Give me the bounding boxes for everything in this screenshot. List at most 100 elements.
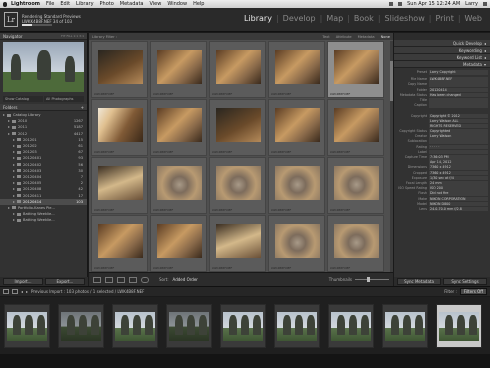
metadata-value[interactable]: NIKON CORPORATION — [429, 196, 488, 202]
navigator-zoom[interactable]: FIT FILL 1:1 3:1 — [61, 34, 84, 38]
apple-icon[interactable] — [3, 1, 7, 7]
photo-thumbnail[interactable] — [98, 224, 143, 258]
filmstrip-item[interactable] — [328, 304, 374, 348]
photo-thumbnail[interactable] — [334, 50, 379, 84]
grid-cell[interactable]: LWK4B8F.NEF — [327, 215, 384, 272]
metadata-value[interactable] — [429, 97, 488, 103]
metadata-value[interactable]: Has been changed — [429, 92, 488, 98]
filmstrip-item[interactable] — [274, 304, 320, 348]
metadata-value[interactable] — [429, 108, 488, 113]
grid-scrollbar[interactable] — [390, 41, 393, 272]
user-name[interactable]: Larry — [465, 1, 478, 7]
expand-icon[interactable]: ▾ — [484, 62, 486, 67]
metadata-value[interactable]: Apr 14, 2012 — [429, 160, 488, 165]
grid-cell[interactable]: LWK4B8F.NEF — [91, 41, 148, 98]
navigator-preview[interactable] — [3, 42, 84, 92]
scrollbar-knob[interactable] — [390, 61, 393, 101]
grid-cell[interactable]: LWK4B8F.NEF — [268, 215, 325, 272]
sync-metadata-button[interactable]: Sync Metadata — [397, 278, 441, 285]
disclosure-triangle-icon[interactable] — [13, 145, 15, 148]
disclosure-triangle-icon[interactable] — [13, 138, 15, 141]
metadata-value[interactable] — [429, 103, 488, 108]
grid-cell[interactable]: LWK4B8F.NEF — [268, 41, 325, 98]
grid-cell[interactable]: LWK4B8F.NEF — [209, 41, 266, 98]
navigator-header[interactable]: Navigator FIT FILL 1:1 3:1 — [0, 33, 87, 40]
metadata-value[interactable]: 1/30 sec at f/4 — [429, 175, 488, 181]
disclosure-triangle-icon[interactable] — [13, 219, 15, 222]
disclosure-triangle-icon[interactable] — [8, 120, 10, 123]
module-slideshow[interactable]: Slideshow — [383, 14, 427, 23]
grid-cell[interactable]: LWK4B8F.NEF — [268, 157, 325, 214]
metadata-value[interactable] — [429, 149, 488, 155]
compare-view-icon[interactable] — [117, 276, 125, 283]
sync-settings-button[interactable]: Sync Settings — [443, 278, 487, 285]
menu-photo[interactable]: Photo — [100, 1, 114, 7]
photo-thumbnail[interactable] — [157, 224, 202, 258]
disclosure-triangle-icon[interactable] — [8, 132, 10, 135]
photo-thumbnail[interactable] — [334, 224, 379, 258]
keywording-header[interactable]: Keywording ◂ — [394, 47, 490, 54]
survey-view-icon[interactable] — [129, 276, 137, 283]
metadata-value[interactable]: LWK4B8F.NEF — [429, 77, 488, 82]
photo-thumbnail[interactable] — [157, 108, 202, 142]
metadata-value[interactable]: Copyrighted — [429, 129, 488, 134]
import-button[interactable]: Import... — [3, 278, 43, 285]
photo-thumbnail[interactable] — [334, 166, 379, 200]
module-library[interactable]: Library — [242, 14, 274, 23]
metadata-header[interactable]: Metadata ▾ — [394, 61, 490, 68]
disclosure-triangle-icon[interactable] — [13, 151, 15, 154]
module-web[interactable]: Web — [463, 14, 484, 23]
disclosure-triangle-icon[interactable] — [13, 194, 15, 197]
loupe-view-icon[interactable] — [105, 276, 113, 283]
metadata-value[interactable]: 24.0-70.0 mm f/2.8 — [429, 206, 488, 212]
grid-cell[interactable]: LWK4B8F.NEF — [268, 99, 325, 156]
volume-icon[interactable] — [398, 2, 403, 6]
grid-cell[interactable]: LWK4B8F.NEF — [91, 157, 148, 214]
photo-thumbnail[interactable] — [98, 108, 143, 142]
grid-icon[interactable] — [12, 289, 18, 294]
menu-help[interactable]: Help — [193, 1, 204, 7]
nav-back-icon[interactable]: ◂ — [21, 289, 23, 294]
disclosure-triangle-icon[interactable] — [13, 157, 15, 160]
metadata-value[interactable]: ISO 200 — [429, 186, 488, 191]
slider-knob[interactable] — [367, 277, 370, 282]
folder-row[interactable]: Batting Weeklie... — [0, 217, 87, 223]
grid-cell[interactable]: LWK4B8F.NEF — [150, 41, 207, 98]
disclosure-triangle-icon[interactable] — [13, 163, 15, 166]
metadata-value[interactable]: Larry Walson ALL — [429, 118, 488, 124]
filmstrip-item[interactable] — [220, 304, 266, 348]
module-book[interactable]: Book — [352, 14, 376, 23]
photo-thumbnail[interactable] — [157, 166, 202, 200]
photo-thumbnail[interactable] — [216, 108, 261, 142]
photo-thumbnail[interactable] — [275, 50, 320, 84]
module-develop[interactable]: Develop — [281, 14, 318, 23]
grid-cell[interactable]: LWK4B8F.NEF — [150, 99, 207, 156]
photo-thumbnail[interactable] — [275, 108, 320, 142]
metadata-value[interactable]: · · · · · — [429, 144, 488, 150]
photo-thumbnail[interactable] — [275, 166, 320, 200]
photo-thumbnail[interactable] — [216, 224, 261, 258]
disclosure-triangle-icon[interactable] — [13, 175, 15, 178]
keyword-list-header[interactable]: Keyword List ◂ — [394, 54, 490, 61]
histogram-header[interactable] — [394, 33, 490, 40]
photo-thumbnail[interactable] — [334, 108, 379, 142]
disclosure-triangle-icon[interactable] — [13, 213, 15, 216]
filmstrip-item[interactable] — [436, 304, 482, 348]
module-map[interactable]: Map — [324, 14, 345, 23]
second-window-icon[interactable] — [3, 289, 9, 294]
grid-cell[interactable]: LWK4B8F.NEF — [91, 99, 148, 156]
export-button[interactable]: Export... — [45, 278, 85, 285]
collapse-icon[interactable]: ◂ — [484, 41, 486, 46]
photo-thumbnail[interactable] — [157, 50, 202, 84]
grid-cell[interactable]: LWK4B8F.NEF — [150, 157, 207, 214]
photo-thumbnail[interactable] — [98, 50, 143, 84]
grid-view-icon[interactable] — [93, 276, 101, 283]
menu-window[interactable]: Window — [167, 1, 187, 7]
filter-text[interactable]: Text — [322, 35, 329, 39]
filmstrip-item[interactable] — [58, 304, 104, 348]
metadata-value[interactable]: Did not fire — [429, 191, 488, 196]
menu-view[interactable]: View — [149, 1, 161, 7]
filmstrip-item[interactable] — [112, 304, 158, 348]
show-catalog-button[interactable]: Show Catalog — [3, 96, 43, 102]
photo-thumbnail[interactable] — [216, 50, 261, 84]
